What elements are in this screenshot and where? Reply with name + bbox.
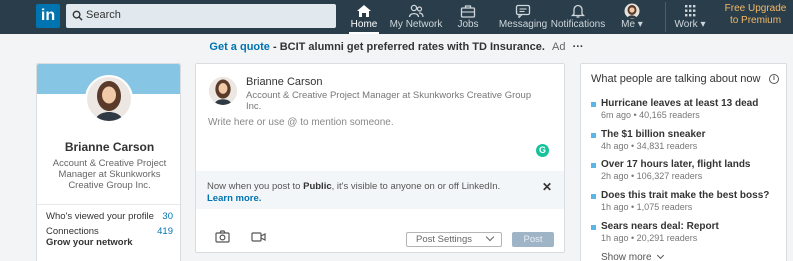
close-icon[interactable]: ✕	[542, 180, 552, 194]
nav-notifications-label: Notifications	[550, 19, 606, 30]
news-meta: 1h ago • 20,291 readers	[601, 233, 698, 243]
sponsored-ad-line: Get a quote - BCIT alumni get preferred …	[0, 41, 793, 53]
profile-photo[interactable]	[85, 75, 133, 123]
grow-network-link[interactable]: Grow your network	[46, 237, 133, 248]
public-post-notice: Now when you post to Public, it's visibl…	[196, 171, 564, 209]
search-icon	[72, 10, 83, 21]
show-more-label: Show more	[601, 252, 652, 261]
nav-work[interactable]: Work ▾	[672, 0, 708, 34]
news-headline: Does this trait make the best boss?	[601, 190, 770, 201]
bell-icon	[570, 4, 586, 18]
news-meta: 4h ago • 34,831 readers	[601, 141, 698, 151]
news-headline: Hurricane leaves at least 13 dead	[601, 98, 759, 109]
info-icon[interactable]: i	[769, 74, 779, 84]
nav-jobs-label: Jobs	[457, 19, 479, 30]
composer-author-name: Brianne Carson	[246, 76, 323, 88]
news-bullet	[591, 102, 596, 107]
learn-more-link[interactable]: Learn more.	[207, 193, 261, 204]
briefcase-icon	[460, 5, 476, 18]
video-icon[interactable]	[251, 230, 266, 243]
composer-author-headline: Account & Creative Project Manager at Sk…	[246, 90, 532, 112]
chevron-down-icon	[656, 251, 664, 260]
post-text-input[interactable]: Write here or use @ to mention someone.	[208, 117, 394, 128]
news-headline: The $1 billion sneaker	[601, 129, 706, 140]
linkedin-logo[interactable]: in	[36, 4, 60, 28]
ad-cta-link[interactable]: Get a quote	[209, 41, 270, 53]
chevron-down-icon	[485, 232, 495, 242]
notice-text-public: Public	[303, 181, 332, 192]
nav-messaging-label: Messaging	[498, 19, 548, 30]
ad-more-menu[interactable]: ···	[573, 41, 584, 53]
profile-views-stat[interactable]: Who's viewed your profile 30	[46, 211, 173, 222]
nav-divider	[665, 2, 666, 32]
connections-stat[interactable]: Connections 419	[46, 226, 173, 237]
public-post-notice-text: Now when you post to Public, it's visibl…	[207, 181, 527, 205]
nav-messaging[interactable]: Messaging	[498, 0, 548, 34]
post-settings-label: Post Settings	[416, 234, 472, 245]
news-bullet	[591, 194, 596, 199]
ad-tag: Ad	[552, 41, 566, 53]
news-headline: Sears nears deal: Report	[601, 221, 719, 232]
news-headline: Over 17 hours later, flight lands	[601, 159, 751, 170]
nav-my-network-label: My Network	[389, 19, 443, 30]
news-bullet	[591, 225, 596, 230]
top-nav-bar: in Search Home My Network Jobs Messaging…	[0, 0, 793, 34]
premium-upgrade-line1: Free Upgrade	[724, 3, 787, 14]
avatar-icon	[624, 3, 640, 19]
premium-upgrade-line2: to Premium	[729, 15, 782, 26]
news-meta: 6m ago • 40,165 readers	[601, 110, 700, 120]
notice-text-post: , it's visible to anyone on or off Linke…	[331, 181, 501, 192]
profile-photo-image	[87, 77, 131, 121]
search-input[interactable]: Search	[66, 4, 336, 28]
profile-card: Brianne Carson Account & Creative Projec…	[36, 63, 182, 261]
notice-text-pre: Now when you post to	[207, 181, 304, 192]
nav-me-label: Me ▾	[621, 19, 643, 30]
camera-icon[interactable]	[215, 230, 230, 243]
profile-views-count: 30	[162, 211, 173, 222]
search-placeholder: Search	[86, 9, 121, 21]
profile-name[interactable]: Brianne Carson	[37, 140, 182, 154]
news-bullet	[591, 133, 596, 138]
nav-me[interactable]: Me ▾	[618, 0, 646, 34]
home-icon	[357, 5, 371, 17]
show-more-link[interactable]: Show more	[601, 251, 664, 261]
nav-home[interactable]: Home	[349, 0, 379, 34]
profile-divider	[37, 204, 182, 205]
chat-icon	[515, 4, 531, 18]
connections-count: 419	[157, 226, 173, 237]
composer-avatar-image	[209, 77, 237, 105]
trending-news-card: What people are talking about now i Hurr…	[580, 63, 787, 261]
network-icon	[408, 4, 424, 18]
post-composer: Brianne Carson Account & Creative Projec…	[195, 63, 565, 253]
nav-jobs[interactable]: Jobs	[456, 0, 480, 34]
grid-icon	[685, 5, 696, 17]
profile-views-label: Who's viewed your profile	[46, 211, 154, 222]
nav-work-label: Work ▾	[674, 19, 706, 30]
nav-notifications[interactable]: Notifications	[550, 0, 606, 34]
news-meta: 1h ago • 1,075 readers	[601, 202, 693, 212]
news-bullet	[591, 163, 596, 168]
grammarly-icon[interactable]: G	[536, 144, 549, 157]
nav-my-network[interactable]: My Network	[389, 0, 443, 34]
ad-text[interactable]: - BCIT alumni get preferred rates with T…	[270, 41, 545, 53]
composer-avatar	[209, 77, 237, 105]
connections-label: Connections	[46, 226, 99, 237]
post-settings-dropdown[interactable]: Post Settings	[406, 232, 502, 247]
nav-home-label: Home	[350, 19, 378, 30]
post-button[interactable]: Post	[512, 232, 554, 247]
news-meta: 2h ago • 106,327 readers	[601, 171, 703, 181]
profile-headline: Account & Creative Project Manager at Sk…	[52, 158, 167, 191]
premium-upgrade-link[interactable]: Free Upgrade to Premium	[718, 3, 793, 27]
news-title: What people are talking about now	[591, 73, 761, 85]
